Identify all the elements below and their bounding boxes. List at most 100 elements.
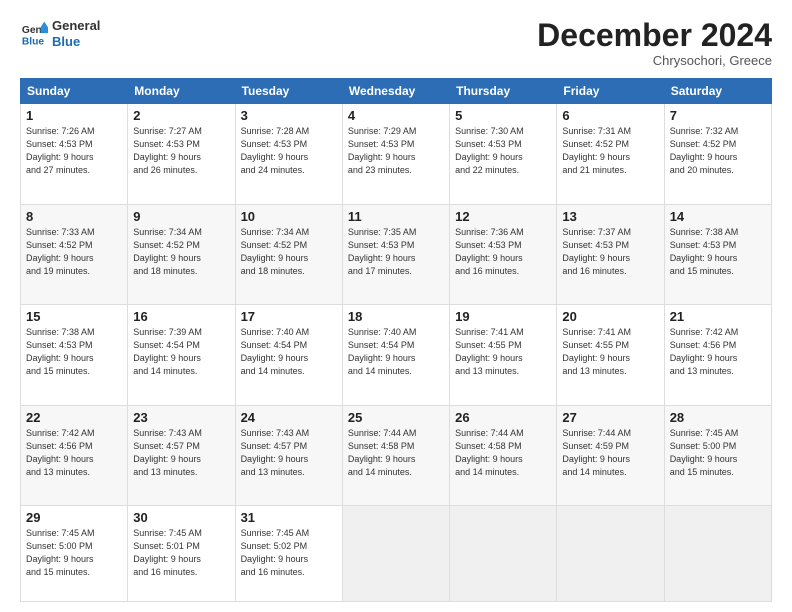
day-number: 20 xyxy=(562,309,658,324)
day-number: 24 xyxy=(241,410,337,425)
day-info: Sunrise: 7:38 AMSunset: 4:53 PMDaylight:… xyxy=(670,226,766,278)
day-number: 15 xyxy=(26,309,122,324)
day-number: 9 xyxy=(133,209,229,224)
day-number: 13 xyxy=(562,209,658,224)
day-info: Sunrise: 7:35 AMSunset: 4:53 PMDaylight:… xyxy=(348,226,444,278)
day-info: Sunrise: 7:26 AMSunset: 4:53 PMDaylight:… xyxy=(26,125,122,177)
day-info: Sunrise: 7:45 AMSunset: 5:02 PMDaylight:… xyxy=(241,527,337,579)
table-row: 19 Sunrise: 7:41 AMSunset: 4:55 PMDaylig… xyxy=(450,305,557,405)
table-row: 2 Sunrise: 7:27 AMSunset: 4:53 PMDayligh… xyxy=(128,104,235,204)
day-number: 22 xyxy=(26,410,122,425)
day-info: Sunrise: 7:45 AMSunset: 5:01 PMDaylight:… xyxy=(133,527,229,579)
day-info: Sunrise: 7:40 AMSunset: 4:54 PMDaylight:… xyxy=(241,326,337,378)
title-block: December 2024 Chrysochori, Greece xyxy=(537,18,772,68)
day-number: 17 xyxy=(241,309,337,324)
day-info: Sunrise: 7:42 AMSunset: 4:56 PMDaylight:… xyxy=(670,326,766,378)
day-number: 8 xyxy=(26,209,122,224)
day-number: 28 xyxy=(670,410,766,425)
day-number: 16 xyxy=(133,309,229,324)
calendar-header-row: Sunday Monday Tuesday Wednesday Thursday… xyxy=(21,79,772,104)
day-number: 25 xyxy=(348,410,444,425)
table-row: 7 Sunrise: 7:32 AMSunset: 4:52 PMDayligh… xyxy=(664,104,771,204)
day-number: 12 xyxy=(455,209,551,224)
logo-icon: General Blue xyxy=(20,20,48,48)
day-info: Sunrise: 7:44 AMSunset: 4:58 PMDaylight:… xyxy=(348,427,444,479)
day-number: 2 xyxy=(133,108,229,123)
logo-text-general: General xyxy=(52,18,100,34)
table-row: 15 Sunrise: 7:38 AMSunset: 4:53 PMDaylig… xyxy=(21,305,128,405)
logo: General Blue General Blue xyxy=(20,18,100,49)
table-row: 26 Sunrise: 7:44 AMSunset: 4:58 PMDaylig… xyxy=(450,405,557,505)
day-info: Sunrise: 7:31 AMSunset: 4:52 PMDaylight:… xyxy=(562,125,658,177)
day-info: Sunrise: 7:32 AMSunset: 4:52 PMDaylight:… xyxy=(670,125,766,177)
calendar-table: Sunday Monday Tuesday Wednesday Thursday… xyxy=(20,78,772,602)
table-row: 18 Sunrise: 7:40 AMSunset: 4:54 PMDaylig… xyxy=(342,305,449,405)
table-row: 28 Sunrise: 7:45 AMSunset: 5:00 PMDaylig… xyxy=(664,405,771,505)
col-wednesday: Wednesday xyxy=(342,79,449,104)
day-info: Sunrise: 7:36 AMSunset: 4:53 PMDaylight:… xyxy=(455,226,551,278)
day-number: 10 xyxy=(241,209,337,224)
day-info: Sunrise: 7:44 AMSunset: 4:58 PMDaylight:… xyxy=(455,427,551,479)
header: General Blue General Blue December 2024 … xyxy=(20,18,772,68)
day-number: 29 xyxy=(26,510,122,525)
day-number: 19 xyxy=(455,309,551,324)
day-info: Sunrise: 7:38 AMSunset: 4:53 PMDaylight:… xyxy=(26,326,122,378)
day-info: Sunrise: 7:41 AMSunset: 4:55 PMDaylight:… xyxy=(562,326,658,378)
table-row: 23 Sunrise: 7:43 AMSunset: 4:57 PMDaylig… xyxy=(128,405,235,505)
table-row: 11 Sunrise: 7:35 AMSunset: 4:53 PMDaylig… xyxy=(342,204,449,304)
day-number: 23 xyxy=(133,410,229,425)
table-row: 8 Sunrise: 7:33 AMSunset: 4:52 PMDayligh… xyxy=(21,204,128,304)
day-info: Sunrise: 7:37 AMSunset: 4:53 PMDaylight:… xyxy=(562,226,658,278)
day-number: 30 xyxy=(133,510,229,525)
day-number: 18 xyxy=(348,309,444,324)
day-info: Sunrise: 7:34 AMSunset: 4:52 PMDaylight:… xyxy=(241,226,337,278)
table-row: 6 Sunrise: 7:31 AMSunset: 4:52 PMDayligh… xyxy=(557,104,664,204)
col-saturday: Saturday xyxy=(664,79,771,104)
day-number: 4 xyxy=(348,108,444,123)
day-number: 7 xyxy=(670,108,766,123)
table-row: 24 Sunrise: 7:43 AMSunset: 4:57 PMDaylig… xyxy=(235,405,342,505)
day-info: Sunrise: 7:39 AMSunset: 4:54 PMDaylight:… xyxy=(133,326,229,378)
day-number: 5 xyxy=(455,108,551,123)
day-number: 27 xyxy=(562,410,658,425)
col-sunday: Sunday xyxy=(21,79,128,104)
day-info: Sunrise: 7:45 AMSunset: 5:00 PMDaylight:… xyxy=(670,427,766,479)
table-row: 31 Sunrise: 7:45 AMSunset: 5:02 PMDaylig… xyxy=(235,506,342,602)
svg-text:Blue: Blue xyxy=(22,36,45,47)
day-info: Sunrise: 7:28 AMSunset: 4:53 PMDaylight:… xyxy=(241,125,337,177)
day-info: Sunrise: 7:41 AMSunset: 4:55 PMDaylight:… xyxy=(455,326,551,378)
day-info: Sunrise: 7:43 AMSunset: 4:57 PMDaylight:… xyxy=(133,427,229,479)
day-number: 11 xyxy=(348,209,444,224)
table-row: 16 Sunrise: 7:39 AMSunset: 4:54 PMDaylig… xyxy=(128,305,235,405)
day-number: 26 xyxy=(455,410,551,425)
table-row: 10 Sunrise: 7:34 AMSunset: 4:52 PMDaylig… xyxy=(235,204,342,304)
col-monday: Monday xyxy=(128,79,235,104)
col-tuesday: Tuesday xyxy=(235,79,342,104)
day-info: Sunrise: 7:34 AMSunset: 4:52 PMDaylight:… xyxy=(133,226,229,278)
day-number: 14 xyxy=(670,209,766,224)
day-info: Sunrise: 7:42 AMSunset: 4:56 PMDaylight:… xyxy=(26,427,122,479)
calendar-title: December 2024 xyxy=(537,18,772,53)
calendar-location: Chrysochori, Greece xyxy=(537,53,772,68)
table-row: 9 Sunrise: 7:34 AMSunset: 4:52 PMDayligh… xyxy=(128,204,235,304)
table-row: 4 Sunrise: 7:29 AMSunset: 4:53 PMDayligh… xyxy=(342,104,449,204)
table-row: 13 Sunrise: 7:37 AMSunset: 4:53 PMDaylig… xyxy=(557,204,664,304)
table-row xyxy=(664,506,771,602)
table-row xyxy=(342,506,449,602)
col-friday: Friday xyxy=(557,79,664,104)
day-info: Sunrise: 7:30 AMSunset: 4:53 PMDaylight:… xyxy=(455,125,551,177)
table-row: 29 Sunrise: 7:45 AMSunset: 5:00 PMDaylig… xyxy=(21,506,128,602)
table-row: 17 Sunrise: 7:40 AMSunset: 4:54 PMDaylig… xyxy=(235,305,342,405)
table-row: 3 Sunrise: 7:28 AMSunset: 4:53 PMDayligh… xyxy=(235,104,342,204)
day-info: Sunrise: 7:45 AMSunset: 5:00 PMDaylight:… xyxy=(26,527,122,579)
table-row: 5 Sunrise: 7:30 AMSunset: 4:53 PMDayligh… xyxy=(450,104,557,204)
table-row: 1 Sunrise: 7:26 AMSunset: 4:53 PMDayligh… xyxy=(21,104,128,204)
day-info: Sunrise: 7:40 AMSunset: 4:54 PMDaylight:… xyxy=(348,326,444,378)
table-row: 22 Sunrise: 7:42 AMSunset: 4:56 PMDaylig… xyxy=(21,405,128,505)
day-info: Sunrise: 7:27 AMSunset: 4:53 PMDaylight:… xyxy=(133,125,229,177)
table-row: 12 Sunrise: 7:36 AMSunset: 4:53 PMDaylig… xyxy=(450,204,557,304)
day-info: Sunrise: 7:43 AMSunset: 4:57 PMDaylight:… xyxy=(241,427,337,479)
col-thursday: Thursday xyxy=(450,79,557,104)
day-number: 21 xyxy=(670,309,766,324)
table-row: 14 Sunrise: 7:38 AMSunset: 4:53 PMDaylig… xyxy=(664,204,771,304)
